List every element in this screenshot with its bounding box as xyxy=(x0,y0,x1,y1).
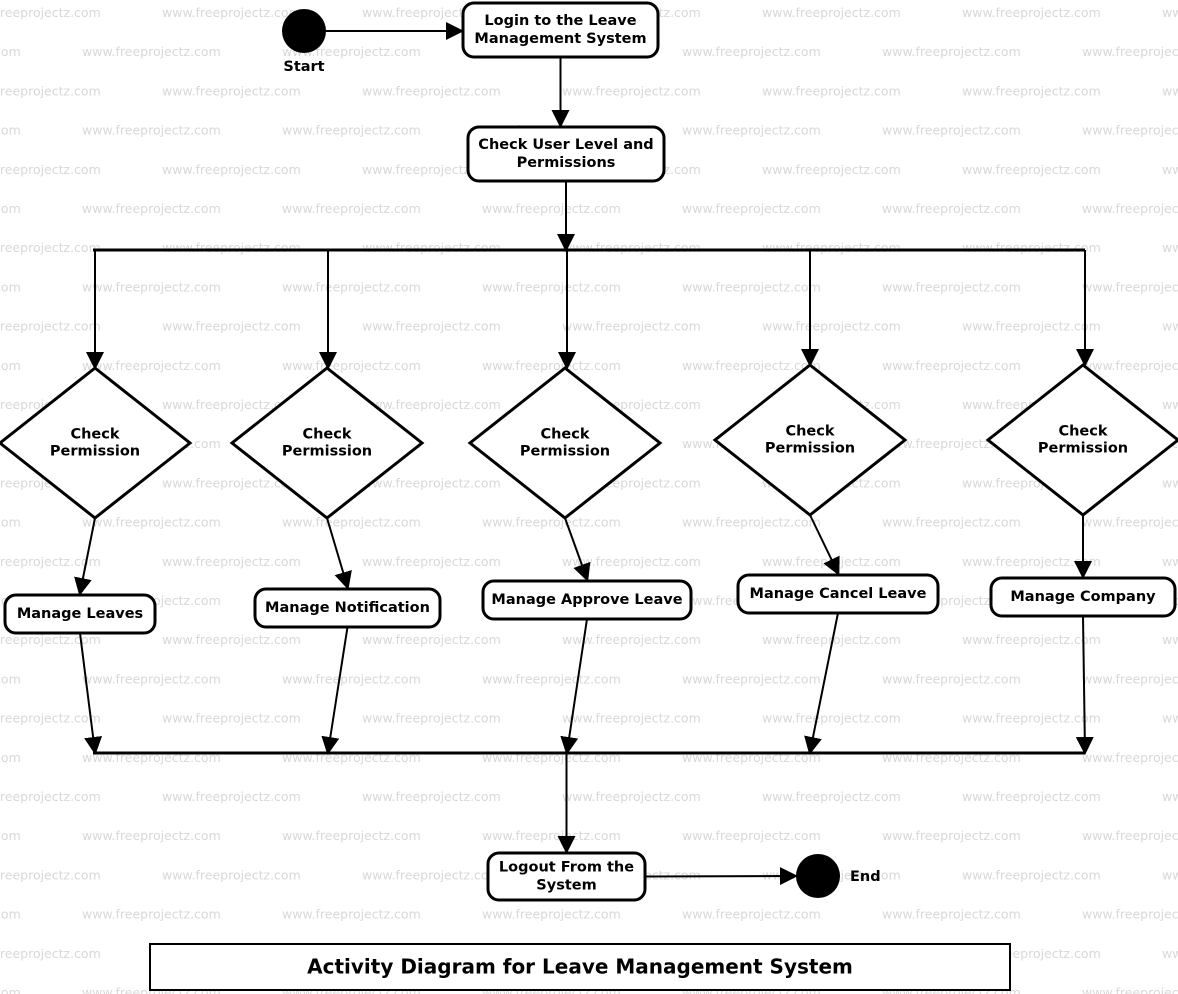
edge-manage-leaves-to-join xyxy=(79,632,103,755)
edge-manage-approve-leave-to-join xyxy=(560,618,588,755)
edge-check-permission-2-to-manage-notification xyxy=(326,517,352,590)
decision-node-check-permission-3[interactable]: CheckPermission xyxy=(467,366,663,520)
edge-check-permission-4-to-manage-cancel-leave xyxy=(809,514,840,576)
decision-node-check-permission-5[interactable]: CheckPermission xyxy=(985,363,1178,517)
edge-manage-company-to-join xyxy=(1075,615,1094,755)
activity-label: Manage Company xyxy=(1010,589,1156,605)
activity-label: Manage Approve Leave xyxy=(491,592,682,608)
decision-label: Check xyxy=(785,424,834,440)
decision-label: Permission xyxy=(282,444,372,460)
edge-manage-cancel-leave-to-join xyxy=(804,612,839,755)
decision-label: Check xyxy=(540,427,589,443)
edge-logout-to-end xyxy=(644,867,798,886)
activity-label: Manage Leaves xyxy=(17,606,143,622)
activity-label: Logout From the xyxy=(499,860,634,876)
flow-nodes: StartEndCheckPermissionCheckPermissionCh… xyxy=(0,1,1178,991)
activity-label: Manage Cancel Leave xyxy=(750,586,927,602)
activity-label: Manage Notification xyxy=(265,600,430,616)
decision-label: Permission xyxy=(520,444,610,460)
activity-label: Check User Level and xyxy=(478,137,653,153)
activity-node-manage-notification[interactable]: Manage Notification xyxy=(253,587,442,629)
activity-node-check-user-level[interactable]: Check User Level and Permissions xyxy=(466,125,666,183)
decision-label: Check xyxy=(70,427,119,443)
decision-label: Permission xyxy=(50,444,140,460)
decision-node-check-permission-1[interactable]: CheckPermission xyxy=(0,366,193,520)
decision-label: Check xyxy=(302,427,351,443)
edge-check-permission-1-to-manage-leaves xyxy=(74,517,96,596)
diagram-title: Activity Diagram for Leave Management Sy… xyxy=(149,943,1011,991)
start-label: Start xyxy=(283,59,324,75)
diagram-layer: StartEndCheckPermissionCheckPermissionCh… xyxy=(0,1,1178,991)
activity-node-login[interactable]: Login to the Leave Management System xyxy=(461,1,660,59)
edge-manage-notification-to-join xyxy=(321,626,349,755)
activity-label: System xyxy=(536,878,596,894)
activity-node-manage-cancel-leave[interactable]: Manage Cancel Leave xyxy=(736,573,940,615)
title-text: Activity Diagram for Leave Management Sy… xyxy=(307,955,853,979)
decision-node-check-permission-4[interactable]: CheckPermission xyxy=(712,363,908,517)
activity-label: Login to the Leave xyxy=(484,13,636,29)
activity-label: Management System xyxy=(474,31,646,47)
decision-label: Permission xyxy=(765,441,855,457)
end-label: End xyxy=(850,869,881,885)
decision-node-check-permission-2[interactable]: CheckPermission xyxy=(229,366,425,520)
edge-check-permission-3-to-manage-approve-leave xyxy=(564,517,591,582)
activity-node-manage-leaves[interactable]: Manage Leaves xyxy=(3,593,157,635)
activity-box xyxy=(461,1,660,59)
activity-label: Permissions xyxy=(517,155,616,171)
activity-node-manage-company[interactable]: Manage Company xyxy=(989,576,1177,618)
end-circle xyxy=(796,854,840,898)
decision-label: Permission xyxy=(1038,441,1128,457)
activity-node-logout[interactable]: Logout From the System xyxy=(486,851,647,902)
activity-node-manage-approve-leave[interactable]: Manage Approve Leave xyxy=(481,579,693,621)
start-circle xyxy=(282,9,326,53)
end-node[interactable]: End xyxy=(796,854,881,898)
activity-diagram-canvas: www.freeprojectz.comwww.freeprojectz.com… xyxy=(0,0,1178,994)
decision-label: Check xyxy=(1058,424,1107,440)
start-node[interactable]: Start xyxy=(282,9,326,75)
activity-box xyxy=(466,125,666,183)
